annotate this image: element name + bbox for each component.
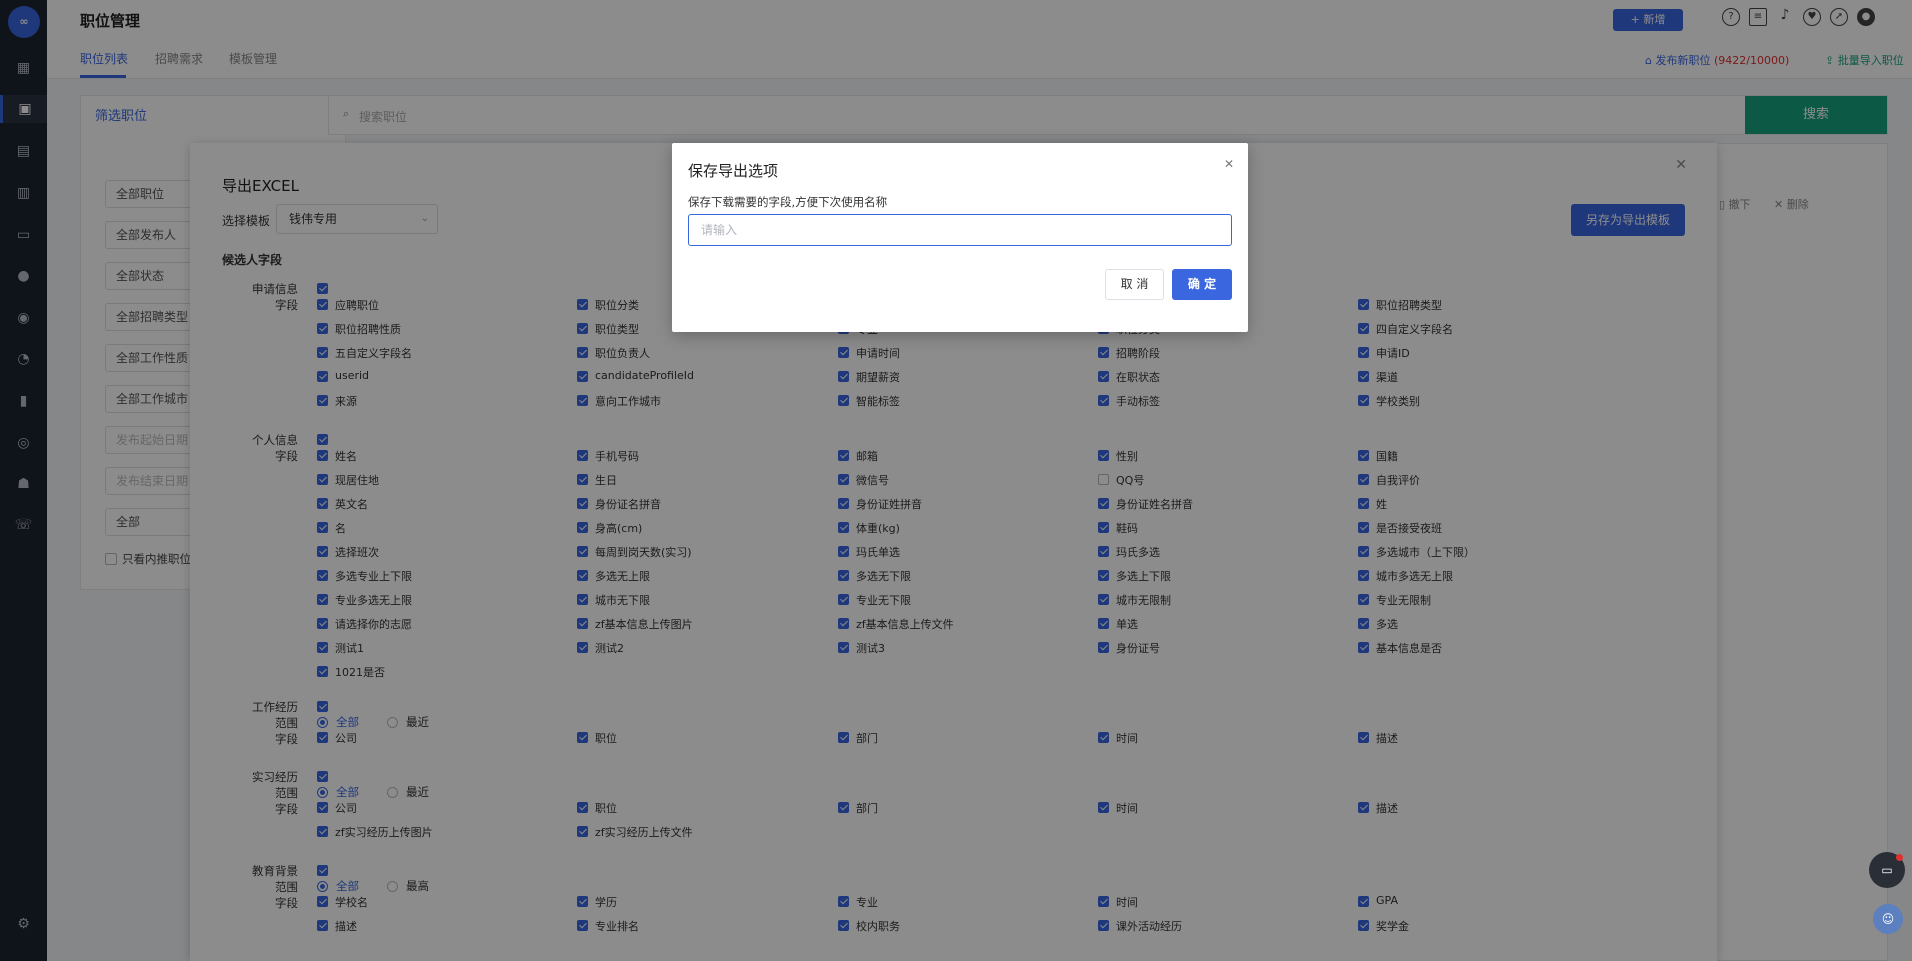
cancel-button[interactable]: 取 消 xyxy=(1105,269,1164,300)
confirm-button[interactable]: 确 定 xyxy=(1172,269,1232,300)
dialog-title: 保存导出选项 xyxy=(688,162,779,180)
chat-fab[interactable]: ▭ xyxy=(1869,852,1905,888)
save-export-dialog: 保存导出选项 ✕ 保存下载需要的字段,方便下次使用名称 取 消 确 定 xyxy=(672,143,1248,332)
message-icon: ▭ xyxy=(1881,863,1893,877)
template-name-input[interactable] xyxy=(688,214,1232,246)
close-icon[interactable]: ✕ xyxy=(1224,157,1234,171)
notification-dot xyxy=(1896,854,1903,861)
dialog-hint: 保存下载需要的字段,方便下次使用名称 xyxy=(688,195,888,209)
robot-assistant-icon[interactable]: ☺ xyxy=(1873,904,1903,934)
